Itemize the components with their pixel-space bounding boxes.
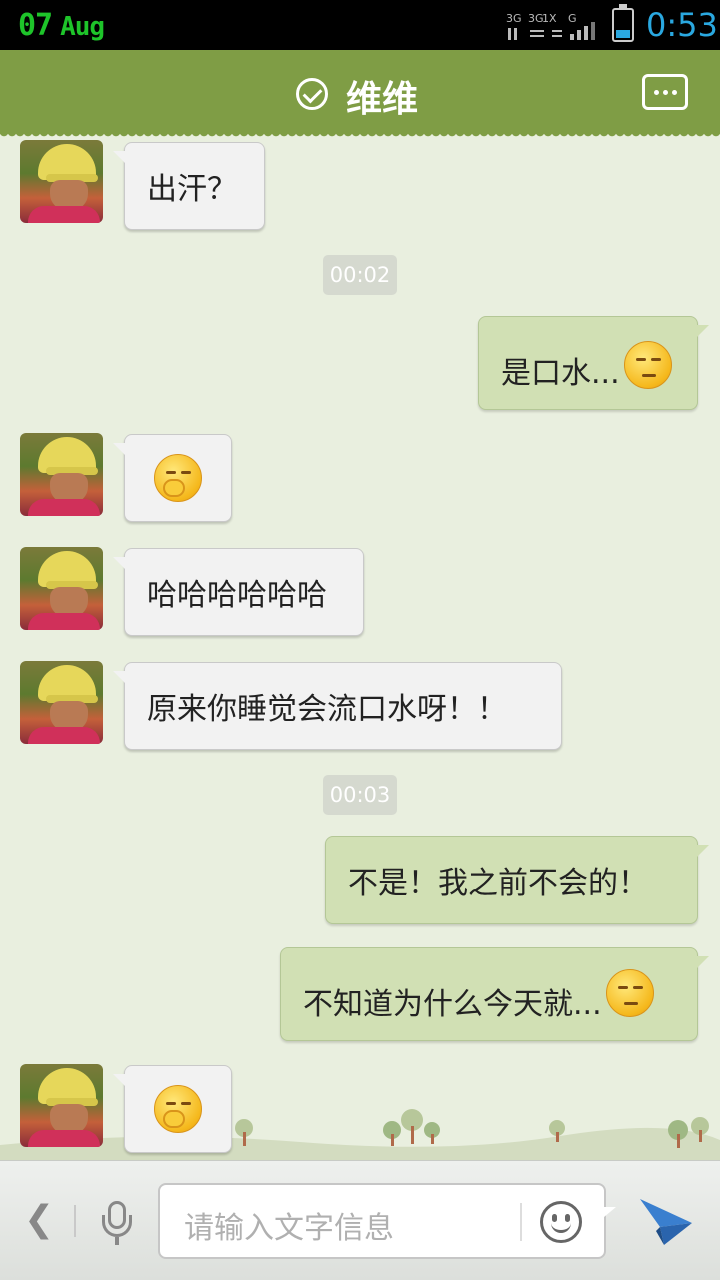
message-bubble-incoming[interactable] — [113, 1065, 232, 1153]
avatar[interactable] — [20, 661, 103, 744]
message-text: 是口水... — [501, 356, 620, 391]
status-date-month: Aug — [60, 12, 105, 42]
drool-face-icon — [623, 341, 672, 389]
message-text: 原来你睡觉会流口水呀！！ — [147, 692, 507, 727]
network-signal-icon: 3G 3G 1X G — [506, 12, 595, 40]
message-bubble-outgoing[interactable]: 是口水... — [478, 316, 709, 410]
message-bubble-outgoing[interactable]: 不是！我之前不会的！ — [325, 836, 709, 924]
battery-icon — [612, 4, 634, 42]
status-time: 0:53 — [646, 6, 718, 44]
covering-mouth-laugh-icon — [154, 454, 202, 502]
message-text: 不知道为什么今天就... — [303, 987, 602, 1022]
status-bar: 07 Aug 3G 3G 1X G 0:53 — [0, 0, 720, 50]
smiley-icon[interactable] — [540, 1201, 582, 1243]
message-bubble-outgoing[interactable]: 不知道为什么今天就... — [280, 947, 709, 1041]
svg-text:G: G — [568, 12, 577, 25]
divider — [74, 1205, 76, 1237]
check-circle-icon — [296, 78, 328, 110]
chevron-left-icon[interactable]: ❮ — [24, 1199, 54, 1240]
message-input[interactable]: 请输入文字信息 — [158, 1183, 616, 1259]
timestamp-badge: 00:03 — [323, 775, 397, 815]
message-bubble-incoming[interactable] — [113, 434, 232, 522]
message-input-placeholder: 请输入文字信息 — [184, 1211, 394, 1246]
chat-menu-button[interactable] — [642, 74, 688, 110]
menu-dot — [654, 90, 659, 95]
microphone-icon[interactable] — [100, 1201, 134, 1245]
annoyed-face-icon — [605, 969, 654, 1017]
avatar[interactable] — [20, 547, 103, 630]
covering-mouth-laugh-icon — [154, 1085, 202, 1133]
message-text: 出汗？ — [147, 172, 237, 207]
title-bar: 维维 — [0, 50, 720, 140]
menu-dot — [672, 90, 677, 95]
landscape-decoration — [0, 1109, 720, 1160]
avatar[interactable] — [20, 433, 103, 516]
message-bubble-incoming[interactable]: 出汗？ — [113, 142, 265, 230]
divider — [520, 1203, 522, 1241]
paper-plane-icon[interactable] — [638, 1193, 694, 1249]
svg-text:1X: 1X — [542, 12, 557, 25]
menu-dot — [663, 90, 668, 95]
message-bubble-incoming[interactable]: 原来你睡觉会流口水呀！！ — [113, 662, 562, 750]
avatar[interactable] — [20, 140, 103, 223]
svg-text:3G: 3G — [506, 12, 522, 25]
message-bubble-incoming[interactable]: 哈哈哈哈哈哈 — [113, 548, 364, 636]
chat-area[interactable]: 出汗？ 00:02 是口水... 哈哈哈哈哈哈 原来你睡觉会流口水呀！！ 00:… — [0, 134, 720, 1160]
message-text: 哈哈哈哈哈哈 — [147, 578, 327, 613]
input-bar: ❮ 请输入文字信息 — [0, 1160, 720, 1280]
message-text: 不是！我之前不会的！ — [348, 866, 648, 901]
avatar[interactable] — [20, 1064, 103, 1147]
status-date: 07 Aug — [18, 8, 105, 43]
timestamp-badge: 00:02 — [323, 255, 397, 295]
status-date-day: 07 — [18, 8, 53, 43]
page-title: 维维 — [346, 79, 419, 120]
